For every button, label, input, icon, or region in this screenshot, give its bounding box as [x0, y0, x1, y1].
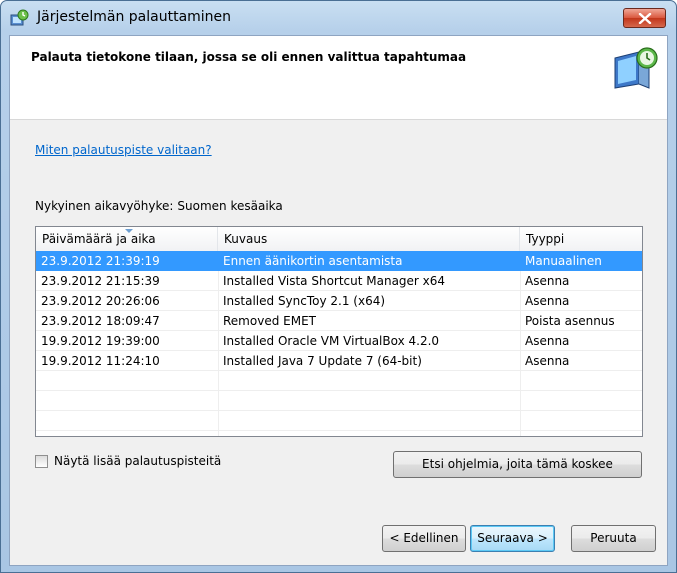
close-button[interactable] [623, 8, 666, 28]
empty-row [36, 391, 642, 411]
scan-affected-programs-button[interactable]: Etsi ohjelmia, joita tämä koskee [393, 451, 642, 478]
cell-type: Asenna [525, 334, 570, 348]
system-restore-icon [9, 9, 29, 29]
cell-type: Asenna [525, 294, 570, 308]
empty-row [36, 371, 642, 391]
cell-date: 23.9.2012 20:26:06 [41, 294, 160, 308]
restore-points-table[interactable]: Päivämäärä ja aika Kuvaus Tyyppi 23.9.20… [35, 226, 643, 437]
cell-date: 19.9.2012 19:39:00 [41, 334, 160, 348]
system-restore-monitor-icon [609, 44, 659, 94]
column-header-type[interactable]: Tyyppi [520, 227, 642, 251]
cell-date: 23.9.2012 21:39:19 [41, 254, 160, 268]
help-link-restore-point[interactable]: Miten palautuspiste valitaan? [35, 143, 212, 157]
cell-description: Installed Vista Shortcut Manager x64 [223, 274, 446, 288]
cell-description: Installed Oracle VM VirtualBox 4.2.0 [223, 334, 440, 348]
page-title: Palauta tietokone tilaan, jossa se oli e… [31, 50, 467, 64]
cell-description: Removed EMET [223, 314, 316, 328]
close-icon [638, 13, 652, 24]
table-row[interactable]: 23.9.2012 20:26:06 Installed SyncToy 2.1 … [36, 291, 642, 311]
timezone-label: Nykyinen aikavyöhyke: [35, 199, 174, 213]
sort-descending-icon [125, 229, 133, 233]
cancel-button[interactable]: Peruuta [571, 525, 656, 552]
timezone-info: Nykyinen aikavyöhyke: Suomen kesäaika [35, 199, 283, 213]
show-more-label: Näytä lisää palautuspisteitä [54, 454, 222, 468]
cell-description: Installed Java 7 Update 7 (64-bit) [223, 354, 422, 368]
next-button[interactable]: Seuraava > [470, 525, 555, 552]
show-more-checkbox[interactable] [35, 455, 48, 468]
column-header-date[interactable]: Päivämäärä ja aika [36, 227, 218, 251]
window-title: Järjestelmän palauttaminen [37, 9, 232, 25]
cell-type: Manuaalinen [525, 254, 602, 268]
cell-date: 23.9.2012 21:15:39 [41, 274, 160, 288]
table-header: Päivämäärä ja aika Kuvaus Tyyppi [36, 227, 642, 252]
table-row[interactable]: 23.9.2012 21:15:39 Installed Vista Shortc… [36, 271, 642, 291]
previous-button[interactable]: < Edellinen [382, 525, 466, 552]
column-header-description[interactable]: Kuvaus [218, 227, 520, 251]
cell-date: 23.9.2012 18:09:47 [41, 314, 160, 328]
title-bar[interactable]: Järjestelmän palauttaminen [1, 1, 676, 35]
cell-description: Ennen äänikortin asentamista [223, 254, 403, 268]
table-row[interactable]: 19.9.2012 11:24:10 Installed Java 7 Updat… [36, 351, 642, 371]
table-row[interactable]: 23.9.2012 18:09:47 Removed EMET Poista ase… [36, 311, 642, 331]
dialog-header: Palauta tietokone tilaan, jossa se oli e… [10, 36, 667, 120]
empty-row [36, 411, 642, 431]
table-row[interactable]: 19.9.2012 19:39:00 Installed Oracle VM Vi… [36, 331, 642, 351]
cell-date: 19.9.2012 11:24:10 [41, 354, 160, 368]
system-restore-window: Järjestelmän palauttaminen Palauta tieto… [0, 0, 677, 573]
table-row[interactable]: 23.9.2012 21:39:19 Ennen äänikortin asent… [36, 251, 642, 271]
cell-description: Installed SyncToy 2.1 (x64) [223, 294, 386, 308]
cell-type: Asenna [525, 354, 570, 368]
cell-type: Poista asennus [525, 314, 615, 328]
timezone-value: Suomen kesäaika [177, 199, 283, 213]
cell-type: Asenna [525, 274, 570, 288]
dialog-client-area: Palauta tietokone tilaan, jossa se oli e… [9, 35, 668, 566]
